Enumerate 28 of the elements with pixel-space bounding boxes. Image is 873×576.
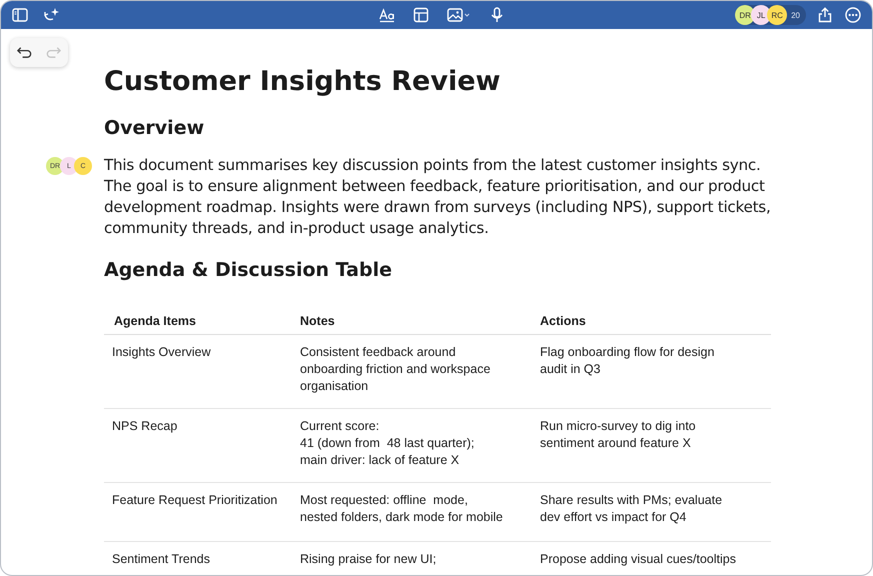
image-menu-icon[interactable] [446, 6, 472, 24]
table-cell: Insights Overview [112, 345, 211, 359]
column-header: Actions [532, 305, 771, 334]
overview-paragraph: This document summarises key discussion points from the latest customer insights sync. The goal is to ensure alignment between feedback, feature prioritisation, and our product development roadmap. Insights were drawn from surveys (including NPS), support tickets, community threads, and in-product usage analytics. [104, 155, 772, 239]
table-icon[interactable] [412, 6, 430, 24]
table-cell: Most requested: offline mode, nested folders, dark mode for mobile [300, 493, 503, 524]
table-cell: Propose adding visual cues/tooltips [540, 552, 736, 566]
more-icon[interactable] [844, 6, 862, 24]
table-cell: Run micro-survey to dig into sentiment around feature X [540, 419, 696, 450]
document-title: Customer Insights Review [104, 65, 502, 99]
collaborator-avatar: DR [735, 5, 756, 25]
section-heading: Overview [104, 116, 206, 141]
column-header: Notes [292, 305, 532, 334]
sidebar-icon[interactable] [11, 6, 29, 24]
share-icon[interactable] [816, 6, 834, 24]
table-cell: NPS Recap [112, 419, 178, 433]
section-heading: Agenda & Discussion Table [104, 258, 393, 283]
table-cell: Consistent feedback around onboarding friction and workspace organisation [300, 345, 490, 393]
table-cell: Sentiment Trends [112, 552, 210, 566]
table-cell: Share results with PMs; evaluate dev effort vs impact for Q4 [540, 493, 722, 524]
text-format-icon[interactable] [378, 6, 396, 24]
table-cell: Rising praise for new UI; [300, 552, 436, 566]
column-header: Agenda Items [104, 305, 292, 334]
table-cell: Current score: 41 (down from 48 last quarter); main driver: lack of feature X [300, 419, 474, 467]
collaborator-avatar: RC [767, 5, 788, 25]
table-cell: Feature Request Prioritization [112, 493, 278, 507]
table-cell: Flag onboarding flow for design audit in Q3 [540, 345, 714, 376]
collaborator-count: 20 [791, 10, 800, 20]
